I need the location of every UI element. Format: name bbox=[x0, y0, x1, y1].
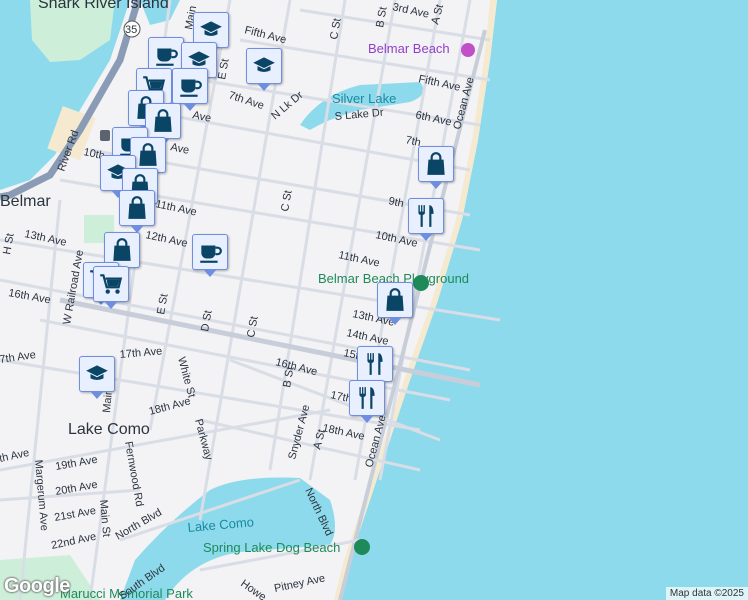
street-label-c-st-n: C St bbox=[328, 17, 344, 40]
school-icon bbox=[251, 53, 277, 79]
street-label-twentyfirst: 21st Ave bbox=[53, 505, 96, 524]
poi-marker-restaurant[interactable] bbox=[349, 380, 385, 423]
coffee-icon bbox=[177, 73, 203, 99]
belmar-label: Belmar bbox=[0, 193, 51, 210]
park-tree-icon[interactable] bbox=[354, 539, 370, 555]
restaurant-icon bbox=[362, 351, 388, 377]
poi-marker-restaurant[interactable] bbox=[357, 346, 393, 389]
street-label-nineteenth: 19th Ave bbox=[54, 454, 98, 473]
school-icon bbox=[84, 361, 110, 387]
restaurant-icon bbox=[354, 385, 380, 411]
shark-river-island-label: Shark River Island bbox=[38, 0, 169, 12]
school-icon bbox=[198, 17, 224, 43]
street-label-ninth-e: 9th bbox=[387, 195, 404, 210]
street-label-snyder: Snyder Ave bbox=[286, 404, 312, 461]
poi-marker-shopping-bag[interactable] bbox=[145, 103, 181, 146]
street-label-twelfth-ave: 12th Ave bbox=[144, 229, 188, 250]
street-label-seventh-ave: 7th Ave bbox=[227, 89, 265, 112]
street-label-fernwood: Fernwood Rd bbox=[122, 440, 145, 507]
street-label-sixteenth: 16th Ave bbox=[274, 356, 318, 378]
poi-marker-shopping-bag[interactable] bbox=[418, 146, 454, 189]
shopping-bag-icon bbox=[382, 287, 408, 313]
street-label-c-st-m: C St bbox=[279, 189, 295, 212]
poi-marker-coffee[interactable] bbox=[192, 234, 228, 277]
google-logo: Google bbox=[4, 575, 70, 597]
poi-marker-shopping-bag[interactable] bbox=[377, 282, 413, 325]
train-station-icon[interactable] bbox=[100, 130, 110, 141]
poi-marker-school[interactable] bbox=[79, 356, 115, 399]
shopping-bag-icon bbox=[150, 108, 176, 134]
lake-como-town-label: Lake Como bbox=[68, 421, 150, 438]
street-label-seventeenth-w: 17th Ave bbox=[119, 345, 163, 361]
shopping-bag-icon bbox=[109, 237, 135, 263]
street-label-a-st-n: A St bbox=[429, 3, 446, 26]
spring-lake-dog-beach-label: Spring Lake Dog Beach bbox=[203, 540, 340, 555]
street-label-sixth-ave: 6th Ave bbox=[414, 109, 452, 128]
shopping-bag-icon bbox=[135, 142, 161, 168]
street-label-third-ave: 3rd Ave bbox=[391, 1, 430, 20]
street-label-pitney: Pitney Ave bbox=[273, 572, 326, 595]
camera-poi-icon[interactable] bbox=[461, 43, 475, 57]
street-label-eighteenth-e: 18th Ave bbox=[321, 422, 365, 443]
street-label-parkway: Parkway bbox=[192, 418, 215, 462]
street-label-h-st: H St bbox=[1, 232, 17, 255]
street-label-howe: Howe bbox=[238, 578, 268, 600]
shopping-bag-icon bbox=[423, 151, 449, 177]
street-label-eighteenth-far: th Ave bbox=[0, 447, 30, 465]
shopping-bag-icon bbox=[124, 195, 150, 221]
silver-lake-label: Silver Lake bbox=[332, 91, 396, 106]
poi-marker-restaurant[interactable] bbox=[408, 198, 444, 241]
route-35-label: 35 bbox=[125, 24, 137, 36]
street-label-c-st-s: C St bbox=[245, 315, 261, 338]
street-label-twentysecond: 22nd Ave bbox=[50, 531, 97, 552]
coffee-icon bbox=[197, 239, 223, 265]
cart-icon bbox=[98, 271, 124, 297]
poi-marker-coffee[interactable] bbox=[172, 68, 208, 111]
street-label-ninth-ave-w: Ave bbox=[191, 109, 212, 125]
street-label-e-st-n: E St bbox=[216, 58, 231, 81]
restaurant-icon bbox=[413, 203, 439, 229]
street-label-margerum: Margerum Ave bbox=[32, 459, 50, 531]
poi-marker-cart[interactable] bbox=[93, 266, 129, 309]
park-tree-icon[interactable] bbox=[413, 275, 429, 291]
street-label-white-st: White St bbox=[175, 356, 197, 399]
poi-marker-shopping-bag[interactable] bbox=[119, 190, 155, 233]
coffee-icon bbox=[153, 42, 179, 68]
street-label-tenth-ave-w2: Ave bbox=[169, 141, 190, 157]
belmar-beach-label: Belmar Beach bbox=[368, 41, 450, 56]
street-label-eleventh-e: 11th Ave bbox=[337, 249, 380, 269]
map-data-attribution[interactable]: Map data ©2025 bbox=[665, 587, 748, 600]
street-label-seventeenth-far: 7th Ave bbox=[0, 349, 37, 366]
poi-marker-school[interactable] bbox=[246, 48, 282, 91]
